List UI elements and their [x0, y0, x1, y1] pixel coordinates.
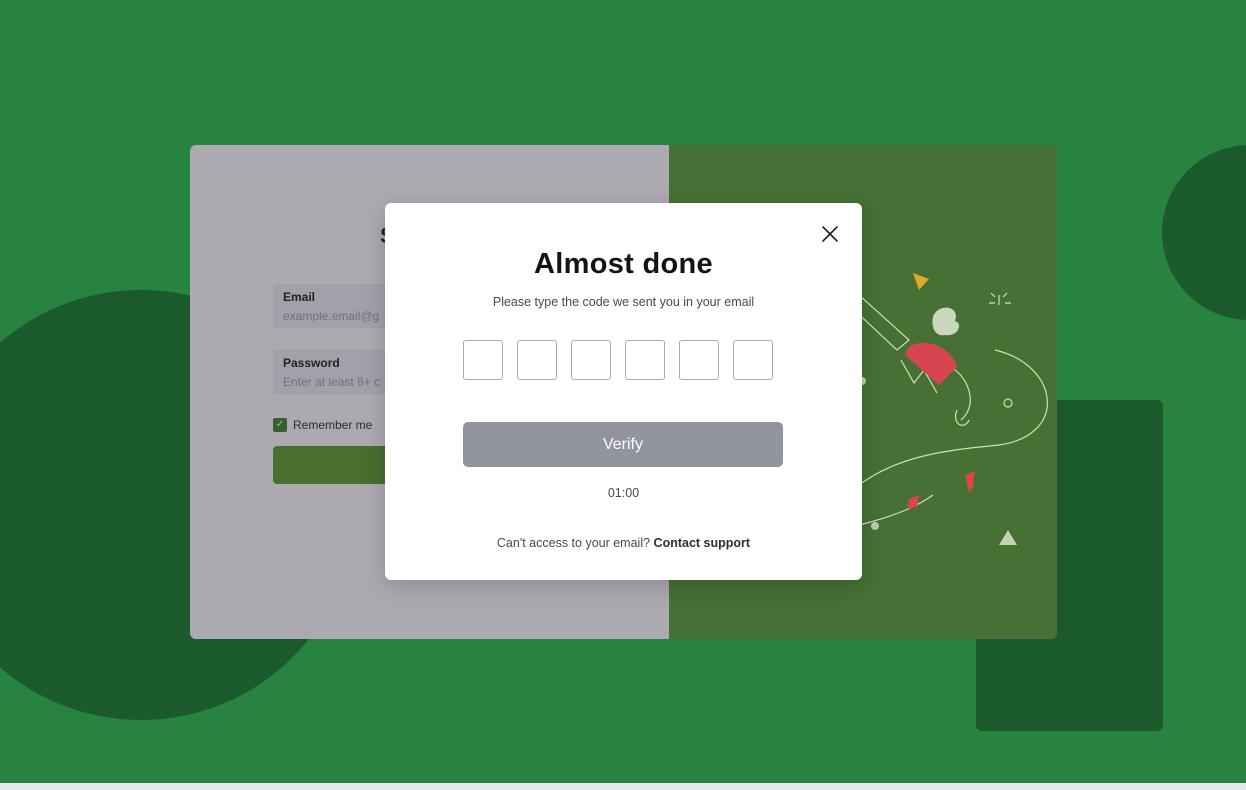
code-digit-3[interactable] — [571, 340, 611, 380]
support-prompt: Can't access to your email? — [496, 536, 651, 550]
contact-support-link[interactable]: Contact support — [654, 536, 751, 550]
close-icon[interactable] — [820, 224, 840, 244]
code-digit-4[interactable] — [625, 340, 665, 380]
decorative-circle-right — [1162, 145, 1246, 320]
screen: S Email example.email@g Password Enter a… — [0, 0, 1246, 790]
code-input-group — [463, 340, 773, 380]
modal-subtitle: Please type the code we sent you in your… — [492, 295, 755, 309]
modal-title: Almost done — [534, 248, 713, 280]
verify-button[interactable]: Verify — [463, 422, 783, 467]
verification-modal: Almost done Please type the code we sent… — [385, 203, 862, 580]
resend-timer: 01:00 — [607, 486, 640, 500]
code-digit-6[interactable] — [733, 340, 773, 380]
support-line: Can't access to your email? Contact supp… — [385, 536, 862, 550]
code-digit-1[interactable] — [463, 340, 503, 380]
page-background: S Email example.email@g Password Enter a… — [0, 0, 1246, 783]
code-digit-2[interactable] — [517, 340, 557, 380]
code-digit-5[interactable] — [679, 340, 719, 380]
close-button[interactable] — [820, 224, 840, 244]
